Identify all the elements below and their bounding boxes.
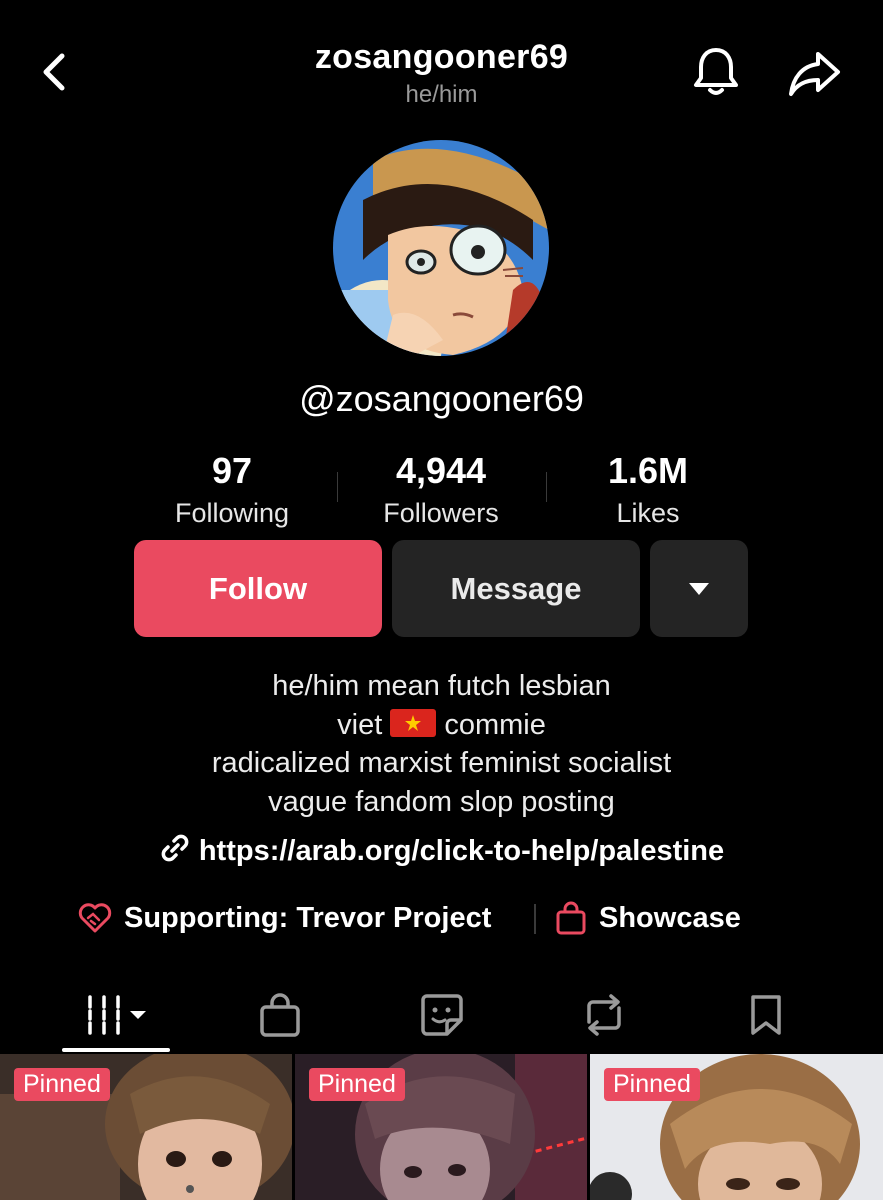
bio: he/him mean futch lesbian viet commie rad… — [0, 667, 883, 821]
heart-handshake-icon — [78, 903, 112, 933]
pinned-badge: Pinned — [604, 1068, 700, 1101]
more-options-button[interactable] — [650, 540, 748, 637]
video-grid: Pinned Pinned Pinned — [0, 1054, 883, 1200]
stat-followers[interactable]: 4,944 Followers — [351, 450, 531, 529]
stat-likes[interactable]: 1.6M Likes — [558, 450, 738, 529]
pronouns-subtitle: he/him — [405, 81, 478, 108]
bookmark-icon — [751, 995, 781, 1035]
sticker-icon — [421, 994, 463, 1036]
showcase-button[interactable]: Showcase — [555, 896, 741, 940]
following-count: 97 — [211, 450, 253, 491]
tab-stickers[interactable] — [412, 986, 472, 1044]
extras-divider — [534, 904, 536, 934]
bio-text: commie — [444, 708, 546, 741]
profile-handle: @zosangooner69 — [299, 378, 584, 419]
stats-divider — [337, 472, 338, 502]
followers-label: Followers — [383, 498, 499, 528]
notifications-button[interactable] — [688, 44, 744, 100]
extras-row: Supporting: Trevor Project Showcase — [0, 896, 883, 940]
share-arrow-icon — [789, 52, 840, 96]
shopping-bag-icon — [260, 993, 300, 1037]
video-thumbnail[interactable]: Pinned — [590, 1054, 883, 1200]
tab-shop[interactable] — [250, 986, 310, 1044]
likes-count: 1.6M — [607, 450, 689, 491]
vietnam-flag-icon — [390, 708, 437, 737]
bell-icon — [694, 48, 738, 95]
repost-icon — [587, 994, 621, 1036]
bio-link-text: https://arab.org/click-to-help/palestine — [198, 835, 725, 867]
following-label: Following — [174, 498, 290, 528]
videos-grid-icon — [88, 995, 146, 1035]
share-button[interactable] — [786, 48, 844, 100]
bio-line: viet commie — [0, 706, 883, 745]
stats-row: 97 Following 4,944 Followers 1.6M Likes — [0, 450, 883, 535]
tab-reposts[interactable] — [574, 986, 634, 1044]
caret-down-icon — [689, 582, 709, 595]
tab-saved[interactable] — [736, 986, 796, 1044]
pinned-badge: Pinned — [14, 1068, 110, 1101]
bio-text: viet — [337, 708, 383, 741]
tab-videos[interactable] — [76, 986, 156, 1044]
shopping-bag-icon — [556, 901, 586, 935]
avatar[interactable] — [333, 140, 549, 356]
video-thumbnail[interactable]: Pinned — [295, 1054, 587, 1200]
bio-line: radicalized marxist feminist socialist — [211, 747, 672, 779]
follow-button[interactable]: Follow — [134, 540, 382, 637]
link-icon — [161, 834, 189, 862]
showcase-label: Showcase — [599, 901, 741, 934]
stat-following[interactable]: 97 Following — [142, 450, 322, 529]
supporting-label: Supporting: Trevor Project — [124, 901, 492, 934]
stats-divider — [546, 472, 547, 502]
content-tabs — [0, 980, 883, 1054]
header-title-group: zosangooner69 he/him — [0, 38, 883, 109]
followers-count: 4,944 — [395, 450, 487, 491]
active-tab-indicator — [62, 1048, 170, 1052]
anime-avatar-image — [333, 140, 549, 356]
page-title: zosangooner69 — [314, 38, 569, 76]
pinned-badge: Pinned — [309, 1068, 405, 1101]
bio-line: vague fandom slop posting — [268, 785, 615, 818]
top-bar: zosangooner69 he/him — [0, 0, 883, 130]
bio-line: he/him mean futch lesbian — [272, 670, 611, 702]
video-thumbnail[interactable]: Pinned — [0, 1054, 292, 1200]
message-button[interactable]: Message — [392, 540, 640, 637]
supporting-button[interactable]: Supporting: Trevor Project — [78, 896, 491, 940]
likes-label: Likes — [616, 498, 680, 528]
bio-link[interactable]: https://arab.org/click-to-help/palestine — [0, 832, 883, 868]
